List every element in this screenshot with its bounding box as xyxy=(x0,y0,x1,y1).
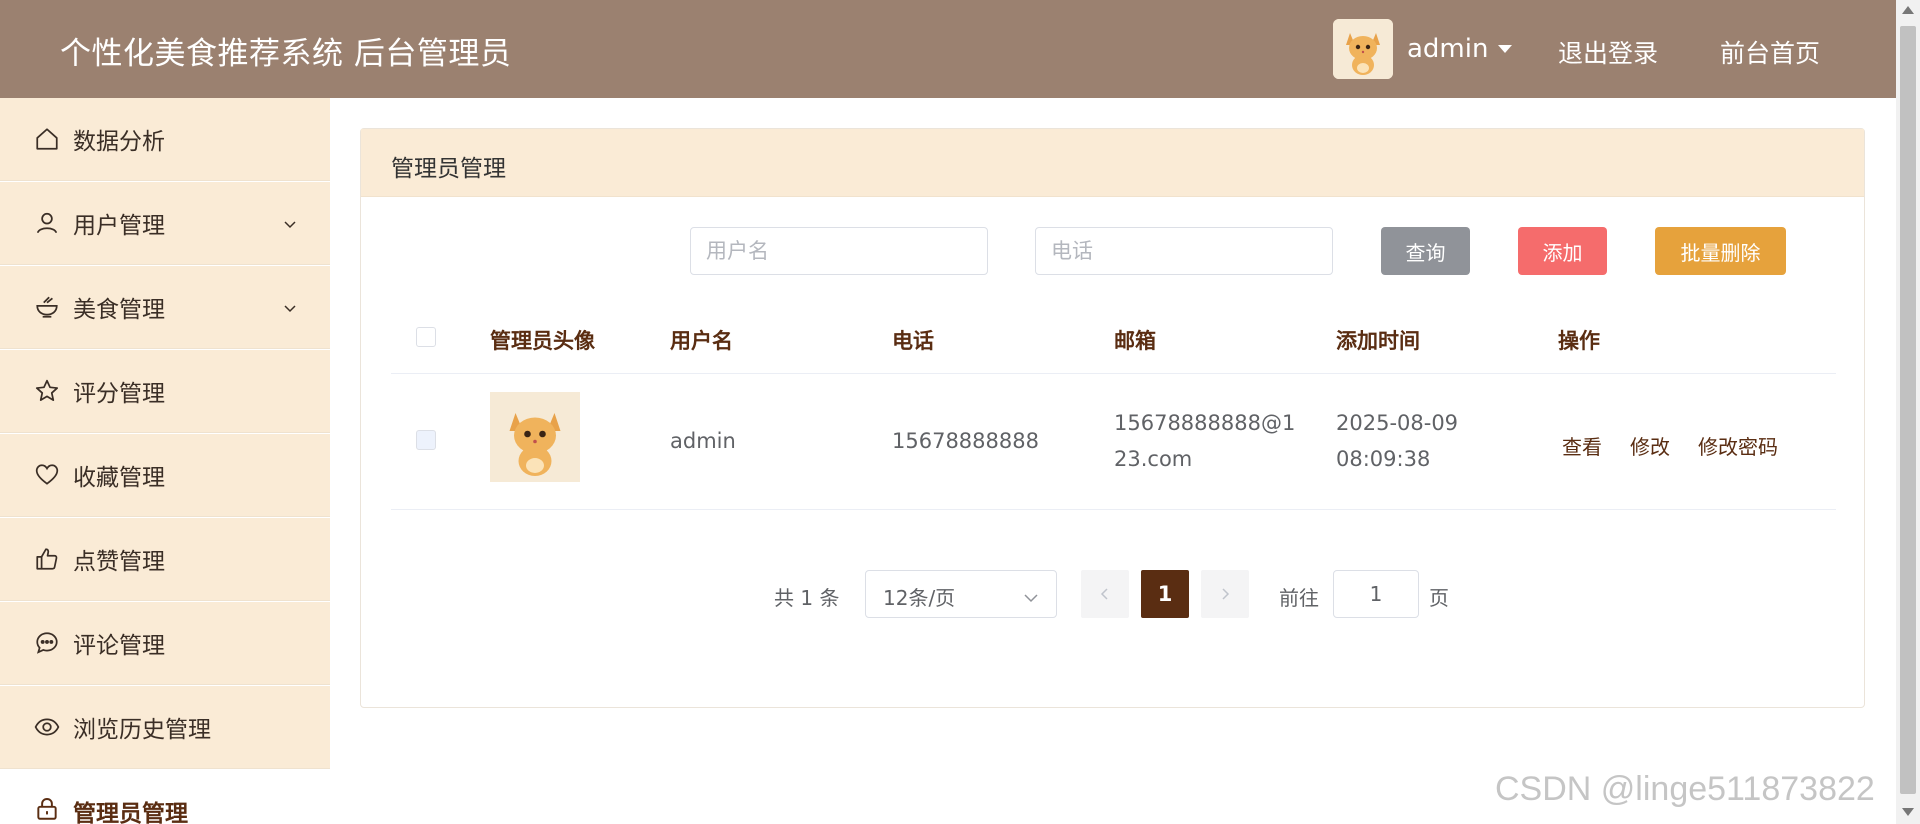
eye-icon xyxy=(34,714,60,740)
caret-down-icon xyxy=(1498,45,1513,53)
scroll-up-arrow-icon[interactable] xyxy=(1902,6,1914,14)
page-size-select[interactable]: 12条/页 xyxy=(865,570,1057,618)
column-header-avatar: 管理员头像 xyxy=(490,329,595,353)
admin-management-card: 管理员管理 查询 添加 批量删除 管理员头像 用户名 电话 邮箱 添加时间 操作… xyxy=(360,128,1865,708)
pagination-total: 共 1 条 xyxy=(774,586,840,610)
page-suffix-label: 页 xyxy=(1429,586,1449,610)
row-username: admin xyxy=(670,429,736,453)
user-menu[interactable]: admin xyxy=(1333,19,1513,79)
cat-avatar-icon xyxy=(490,392,580,482)
username-search-input[interactable] xyxy=(690,227,988,275)
sidebar-item-label: 美食管理 xyxy=(73,297,165,323)
chevron-down-icon xyxy=(283,216,297,230)
row-email-line1: 15678888888@1 xyxy=(1114,411,1296,435)
change-password-link[interactable]: 修改密码 xyxy=(1698,431,1778,460)
sidebar-item-comments-management[interactable]: 评论管理 xyxy=(0,602,330,685)
page-title: 管理员管理 xyxy=(391,156,506,182)
sidebar-item-favorites-management[interactable]: 收藏管理 xyxy=(0,434,330,517)
sidebar-item-label: 管理员管理 xyxy=(73,801,188,824)
goto-page-input[interactable] xyxy=(1333,570,1419,618)
column-header-username: 用户名 xyxy=(670,329,733,353)
heart-icon xyxy=(34,462,60,488)
row-added-time: 08:09:38 xyxy=(1336,447,1431,471)
page-number-current[interactable]: 1 xyxy=(1141,570,1189,618)
batch-delete-button[interactable]: 批量删除 xyxy=(1655,227,1786,275)
chevron-left-icon xyxy=(1100,588,1108,600)
frontend-home-link[interactable]: 前台首页 xyxy=(1720,34,1820,70)
top-header: 个性化美食推荐系统 后台管理员 admin 退出登录 前台首页 xyxy=(0,0,1896,98)
cat-avatar-icon xyxy=(1333,19,1393,79)
home-icon xyxy=(34,126,60,152)
sidebar: 数据分析 用户管理 美食管理 评分管理 收藏管理 点赞管理 评论管理 浏览历史管… xyxy=(0,98,330,824)
column-header-phone: 电话 xyxy=(892,329,934,353)
sidebar-item-label: 点赞管理 xyxy=(73,549,165,575)
prev-page-button[interactable] xyxy=(1081,570,1129,618)
sidebar-item-label: 评分管理 xyxy=(73,381,165,407)
star-icon xyxy=(34,378,60,404)
admin-avatar-image xyxy=(490,392,580,482)
column-header-email: 邮箱 xyxy=(1114,329,1156,353)
page-scrollbar[interactable] xyxy=(1896,0,1920,824)
thumb-up-icon xyxy=(34,546,60,572)
logout-link[interactable]: 退出登录 xyxy=(1558,34,1658,70)
sidebar-item-food-management[interactable]: 美食管理 xyxy=(0,266,330,349)
row-added-date: 2025-08-09 xyxy=(1336,411,1459,435)
sidebar-item-history-management[interactable]: 浏览历史管理 xyxy=(0,686,330,769)
chevron-down-icon xyxy=(1024,586,1038,603)
sidebar-item-label: 评论管理 xyxy=(73,633,165,659)
query-button[interactable]: 查询 xyxy=(1381,227,1470,275)
goto-page-field[interactable] xyxy=(1334,571,1418,617)
sidebar-item-label: 浏览历史管理 xyxy=(73,717,211,743)
sidebar-item-rating-management[interactable]: 评分管理 xyxy=(0,350,330,433)
user-icon xyxy=(34,210,60,236)
table-header-divider xyxy=(391,373,1836,374)
username-label: admin xyxy=(1407,34,1489,64)
select-all-checkbox[interactable] xyxy=(416,327,436,347)
edit-link[interactable]: 修改 xyxy=(1630,431,1670,460)
row-email-line2: 23.com xyxy=(1114,447,1193,471)
scroll-down-arrow-icon[interactable] xyxy=(1902,808,1914,816)
scroll-thumb[interactable] xyxy=(1900,26,1916,794)
comment-icon xyxy=(34,630,60,656)
phone-search-input[interactable] xyxy=(1035,227,1333,275)
sidebar-item-label: 收藏管理 xyxy=(73,465,165,491)
username-search-field[interactable] xyxy=(691,228,987,274)
next-page-button[interactable] xyxy=(1201,570,1249,618)
page-size-value: 12条/页 xyxy=(883,586,956,610)
add-button[interactable]: 添加 xyxy=(1518,227,1607,275)
chevron-down-icon xyxy=(283,300,297,314)
row-checkbox[interactable] xyxy=(416,430,436,450)
chevron-right-icon xyxy=(1222,588,1230,600)
table-row-divider xyxy=(391,509,1836,510)
row-phone: 15678888888 xyxy=(892,429,1039,453)
sidebar-item-user-management[interactable]: 用户管理 xyxy=(0,182,330,265)
sidebar-item-label: 用户管理 xyxy=(73,213,165,239)
bowl-icon xyxy=(34,294,60,320)
csdn-watermark: CSDN @linge511873822 xyxy=(1495,770,1875,808)
app-title: 个性化美食推荐系统 后台管理员 xyxy=(60,36,512,72)
phone-search-field[interactable] xyxy=(1036,228,1332,274)
column-header-added-time: 添加时间 xyxy=(1336,329,1420,353)
avatar xyxy=(1333,19,1393,79)
sidebar-item-label: 数据分析 xyxy=(73,129,165,155)
column-header-actions: 操作 xyxy=(1558,329,1600,353)
lock-icon xyxy=(34,796,60,822)
goto-label: 前往 xyxy=(1279,586,1319,610)
sidebar-item-likes-management[interactable]: 点赞管理 xyxy=(0,518,330,601)
view-link[interactable]: 查看 xyxy=(1562,431,1602,460)
sidebar-item-admin-management[interactable]: 管理员管理 xyxy=(0,770,330,824)
card-header: 管理员管理 xyxy=(361,129,1864,197)
sidebar-item-data-analysis[interactable]: 数据分析 xyxy=(0,98,330,181)
